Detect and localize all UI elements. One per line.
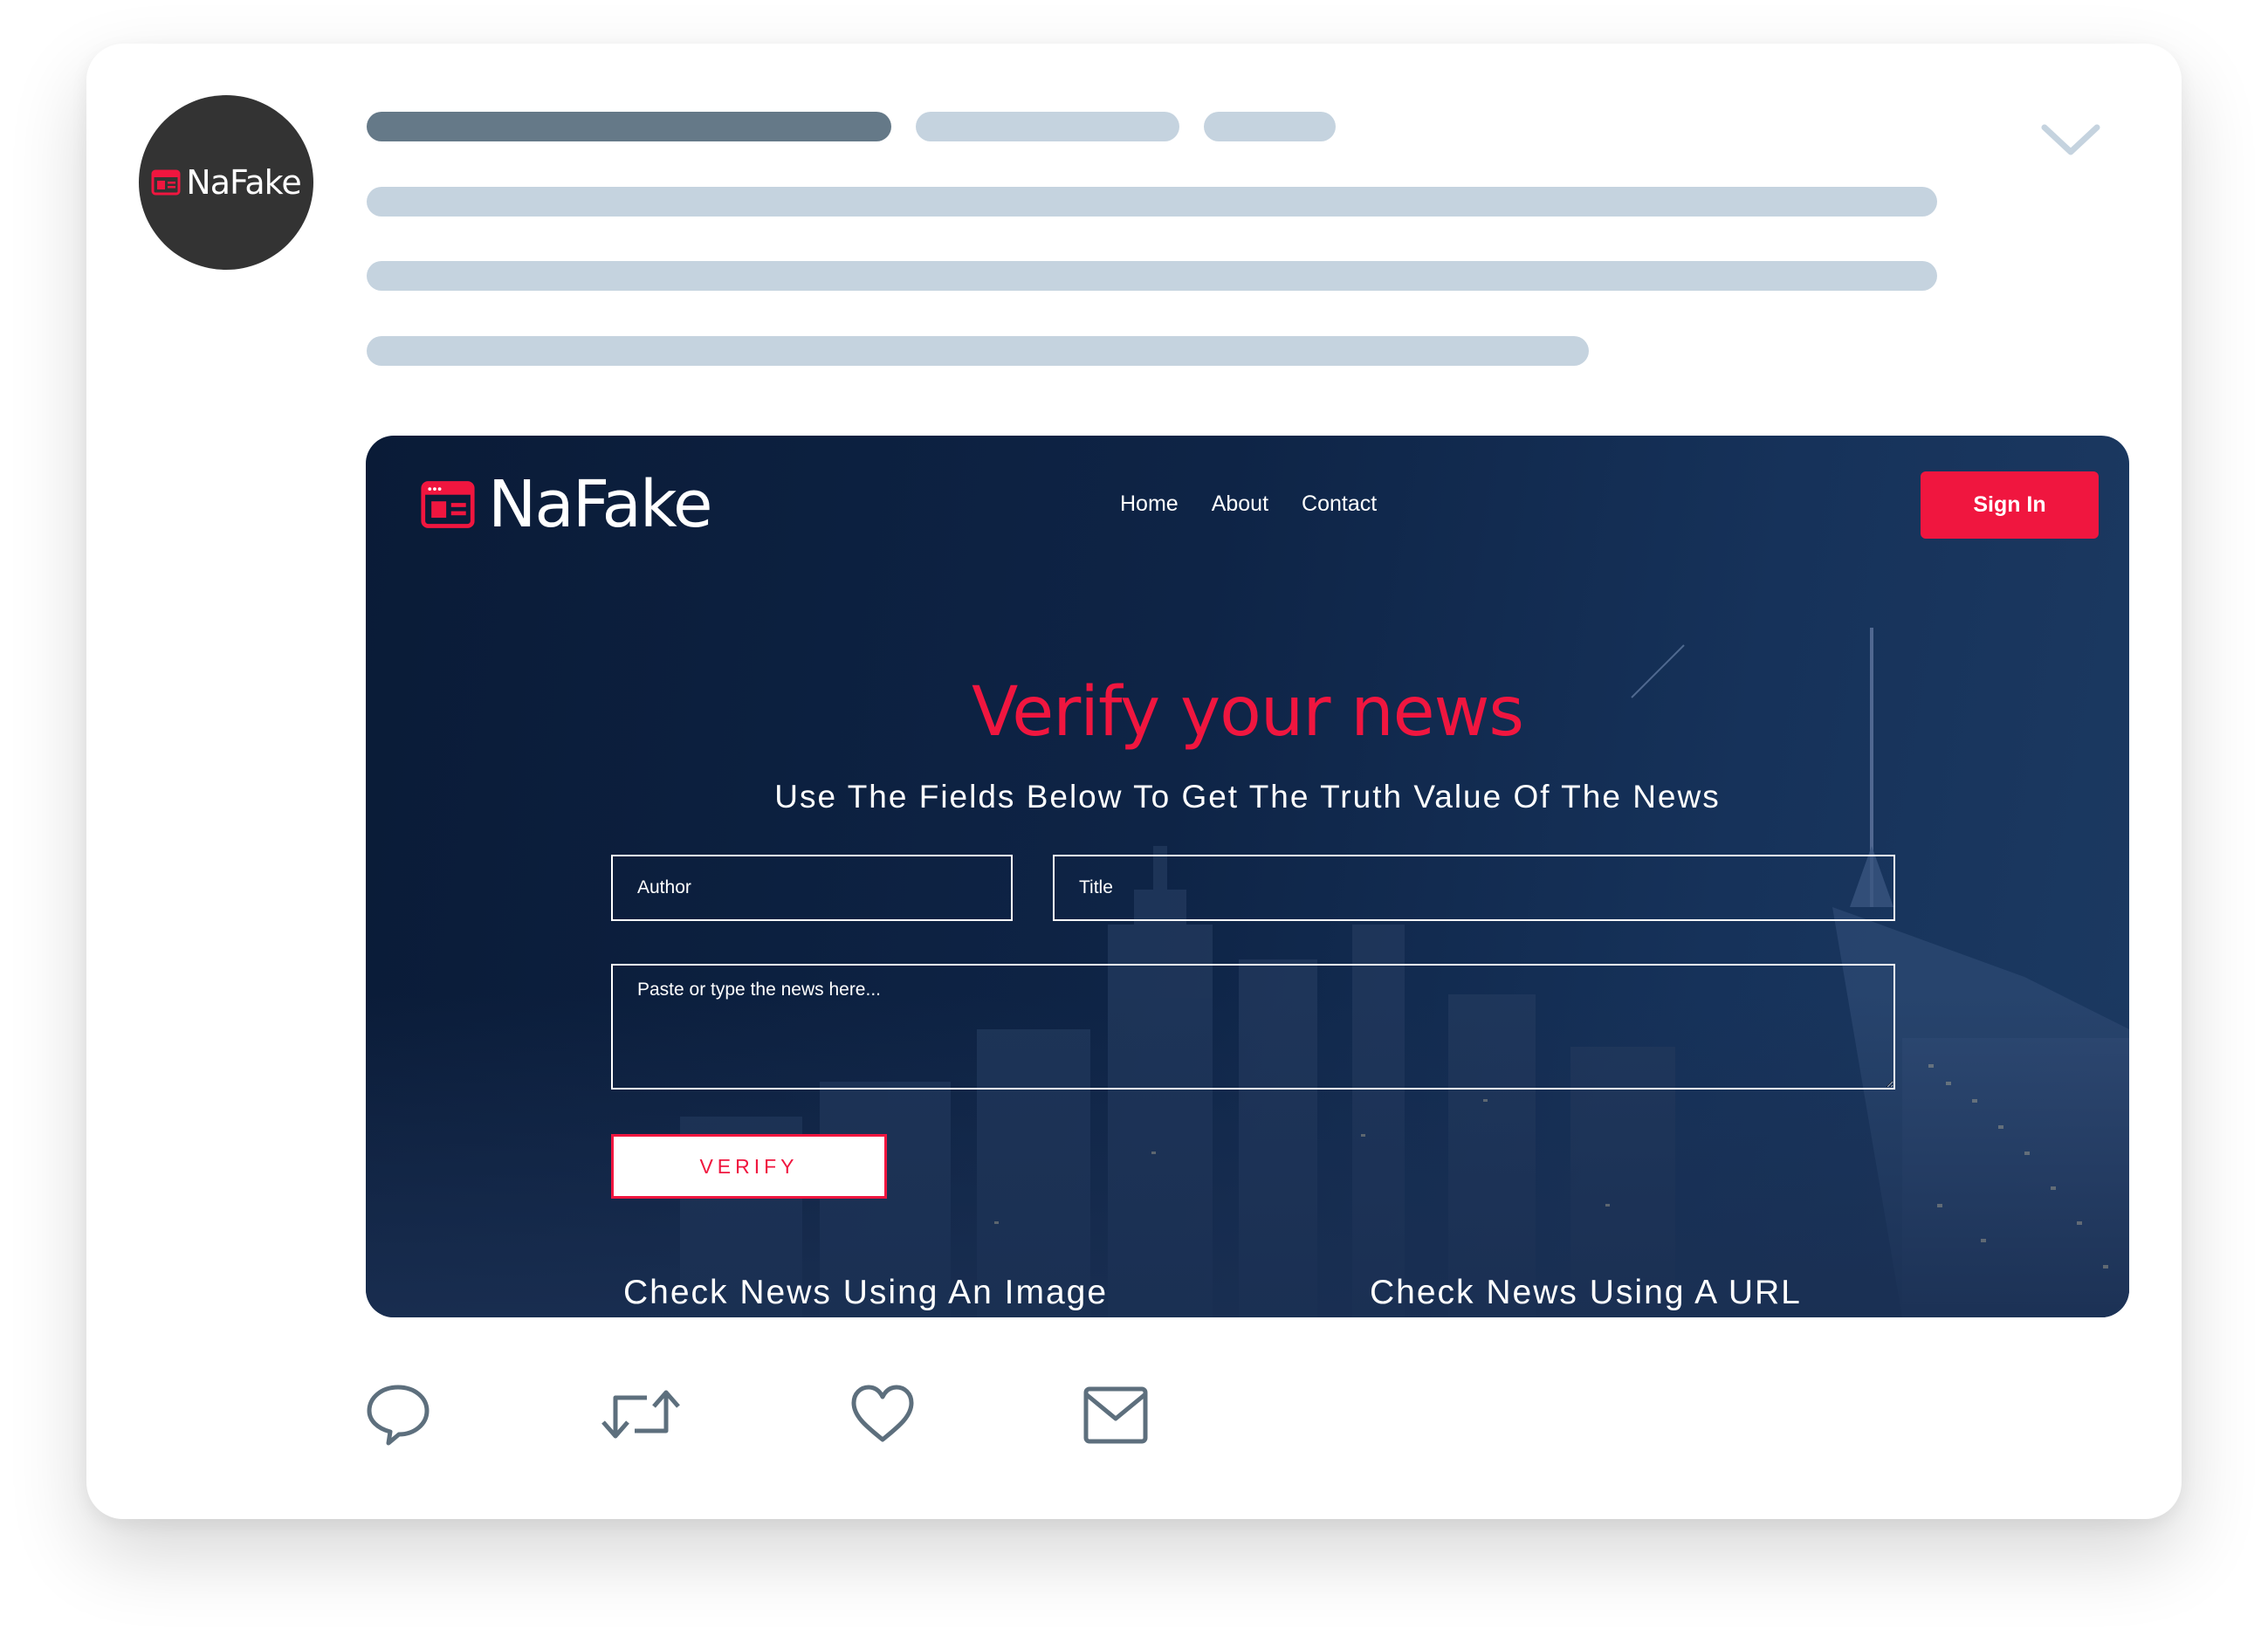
skeleton-text-line	[367, 261, 1937, 291]
tweet-card: NaFake NaFake Home About Contact Sign In…	[86, 44, 2182, 1519]
brand-name: NaFake	[488, 467, 713, 542]
avatar[interactable]: NaFake	[139, 95, 313, 270]
page-title: Verify your news	[971, 673, 1524, 752]
image-check-heading: Check News Using An Image	[623, 1274, 1109, 1311]
newspaper-icon	[151, 169, 181, 196]
chevron-down-icon[interactable]	[2040, 120, 2101, 159]
url-check-heading: Check News Using A URL	[1370, 1274, 1802, 1311]
news-textarea[interactable]	[611, 964, 1895, 1090]
website-preview[interactable]: NaFake Home About Contact Sign In Verify…	[366, 436, 2129, 1317]
title-input[interactable]	[1053, 855, 1895, 921]
author-input[interactable]	[611, 855, 1013, 921]
nav-home[interactable]: Home	[1120, 492, 1179, 517]
skeleton-time	[1204, 112, 1336, 141]
mail-icon[interactable]	[1082, 1382, 1150, 1447]
heart-icon[interactable]	[849, 1382, 917, 1447]
skeleton-text-line	[367, 336, 1589, 366]
page-subtitle: Use The Fields Below To Get The Truth Va…	[774, 779, 1721, 815]
skeleton-handle	[916, 112, 1179, 141]
brand-logo[interactable]: NaFake	[420, 467, 713, 542]
nav-contact[interactable]: Contact	[1302, 492, 1377, 517]
avatar-name: NaFake	[186, 163, 301, 202]
verify-button[interactable]: VERIFY	[611, 1134, 887, 1199]
nav-menu: Home About Contact	[1120, 492, 1377, 517]
sign-in-button[interactable]: Sign In	[1921, 471, 2099, 539]
retweet-icon[interactable]	[600, 1382, 682, 1447]
newspaper-icon	[421, 481, 475, 528]
reply-icon[interactable]	[364, 1382, 432, 1447]
skeleton-text-line	[367, 187, 1937, 217]
nav-about[interactable]: About	[1212, 492, 1268, 517]
skeleton-username	[367, 112, 891, 141]
